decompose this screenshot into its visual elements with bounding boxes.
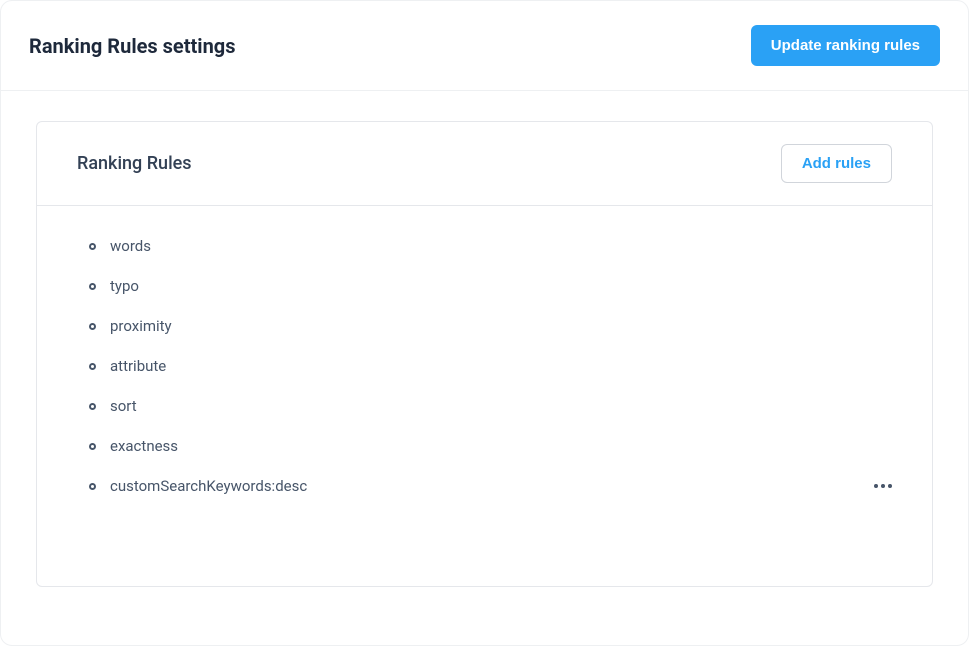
rule-item[interactable]: exactness [89, 426, 892, 466]
section-title: Ranking Rules [77, 153, 192, 174]
settings-card: Ranking Rules settings Update ranking ru… [0, 0, 969, 646]
rule-label: typo [110, 277, 139, 295]
bullet-icon [89, 283, 96, 290]
add-rules-button[interactable]: Add rules [781, 144, 892, 183]
rule-label: exactness [110, 437, 178, 455]
rules-body: words typo proximity attribute sort exactness… [37, 206, 932, 586]
rule-label: customSearchKeywords:desc [110, 477, 307, 495]
page-header: Ranking Rules settings Update ranking ru… [1, 1, 968, 91]
rule-item[interactable]: sort [89, 386, 892, 426]
more-icon[interactable] [868, 478, 898, 494]
content-area: Ranking Rules Add rules words typo proximi… [1, 91, 968, 617]
rule-item[interactable]: proximity [89, 306, 892, 346]
bullet-icon [89, 403, 96, 410]
rule-label: sort [110, 397, 137, 415]
bullet-icon [89, 323, 96, 330]
rule-label: attribute [110, 357, 166, 375]
panel-header: Ranking Rules Add rules [37, 122, 932, 206]
rule-label: words [110, 237, 151, 255]
ranking-rules-panel: Ranking Rules Add rules words typo proximi… [36, 121, 933, 587]
bullet-icon [89, 363, 96, 370]
rule-item[interactable]: typo [89, 266, 892, 306]
bullet-icon [89, 483, 96, 490]
page-title: Ranking Rules settings [29, 34, 235, 58]
rules-list: words typo proximity attribute sort exactness… [89, 226, 892, 506]
rule-item[interactable]: words [89, 226, 892, 266]
bullet-icon [89, 443, 96, 450]
rule-item[interactable]: attribute [89, 346, 892, 386]
rule-label: proximity [110, 317, 172, 335]
rule-item[interactable]: customSearchKeywords:desc [89, 466, 892, 506]
bullet-icon [89, 243, 96, 250]
update-ranking-rules-button[interactable]: Update ranking rules [751, 25, 940, 66]
